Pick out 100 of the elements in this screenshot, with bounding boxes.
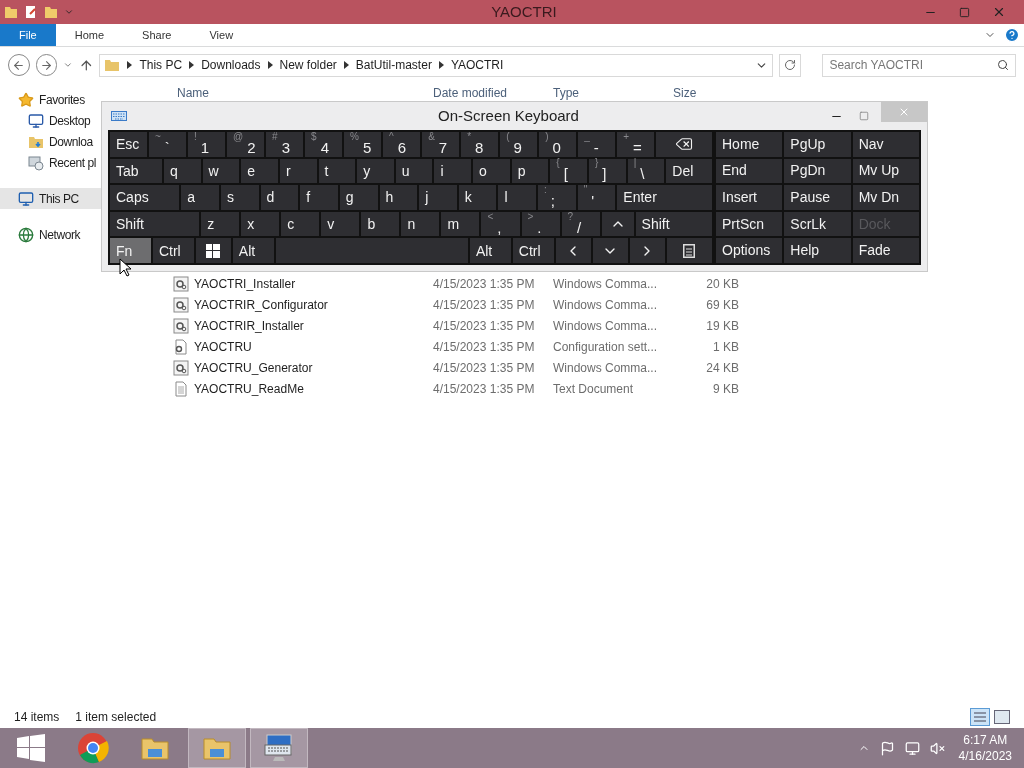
keyboard-key[interactable]: h bbox=[379, 185, 418, 210]
keyboard-key[interactable]: p bbox=[511, 158, 549, 184]
search-input[interactable]: Search YAOCTRI bbox=[829, 56, 997, 74]
details-view-button[interactable] bbox=[970, 708, 990, 726]
nav-item[interactable]: Favorites bbox=[0, 89, 172, 110]
keyboard-key[interactable]: Nav bbox=[852, 132, 919, 157]
keyboard-key[interactable]: y bbox=[357, 158, 394, 184]
breadcrumb[interactable]: Downloads bbox=[201, 56, 261, 74]
keyboard-key[interactable]: > . bbox=[521, 211, 560, 237]
folder-icon[interactable] bbox=[4, 5, 18, 19]
keyboard-key[interactable]: Mv Up bbox=[852, 158, 919, 184]
search-field[interactable]: Search YAOCTRI bbox=[822, 53, 1016, 77]
taskbar-button[interactable] bbox=[250, 728, 308, 768]
keyboard-key[interactable]: { [ bbox=[550, 158, 587, 184]
keyboard-key[interactable]: Ctrl bbox=[152, 238, 194, 263]
taskbar-button[interactable] bbox=[188, 728, 246, 768]
keyboard-key[interactable]: e bbox=[241, 158, 278, 184]
thumbnail-view-button[interactable] bbox=[994, 710, 1010, 724]
keyboard-key[interactable]: g bbox=[339, 185, 378, 210]
keyboard-key[interactable]: z bbox=[201, 211, 240, 237]
keyboard-key[interactable]: Home bbox=[716, 132, 783, 157]
keyboard-key[interactable]: $ 4 bbox=[305, 132, 343, 157]
keyboard-key[interactable]: ! 1 bbox=[188, 132, 226, 157]
file-row[interactable]: YAOCTRU_Generator 4/15/2023 1:35 PM Windows Comma... 24 KB bbox=[172, 357, 1024, 378]
keyboard-key[interactable] bbox=[666, 238, 712, 263]
keyboard-key[interactable]: s bbox=[220, 185, 259, 210]
recent-locations-icon[interactable] bbox=[63, 60, 73, 70]
keyboard-key[interactable]: | \ bbox=[627, 158, 665, 184]
keyboard-key[interactable]: r bbox=[279, 158, 317, 184]
keyboard-key[interactable]: f bbox=[300, 185, 338, 210]
file-row[interactable]: YAOCTRIR_Installer 4/15/2023 1:35 PM Windows Comma... 19 KB bbox=[172, 315, 1024, 336]
keyboard-key[interactable]: ( 9 bbox=[500, 132, 538, 157]
new-folder-icon[interactable] bbox=[44, 5, 58, 19]
help-icon[interactable] bbox=[1004, 27, 1020, 43]
dropdown-icon[interactable] bbox=[64, 7, 74, 17]
file-row[interactable]: YAOCTRU_ReadMe 4/15/2023 1:35 PM Text Document 9 KB bbox=[172, 378, 1024, 399]
keyboard-key[interactable]: Fn bbox=[110, 238, 151, 263]
column-header[interactable]: Size bbox=[673, 84, 697, 102]
keyboard-key[interactable]: + = bbox=[617, 132, 655, 157]
keyboard-key[interactable]: Tab bbox=[110, 158, 162, 184]
keyboard-key[interactable]: Mv Dn bbox=[852, 185, 919, 210]
keyboard-key[interactable]: x bbox=[241, 211, 280, 237]
ribbon-tab[interactable]: Home bbox=[55, 24, 124, 46]
keyboard-key[interactable]: d bbox=[260, 185, 299, 210]
ribbon-tab[interactable]: File bbox=[0, 24, 56, 46]
keyboard-key[interactable] bbox=[656, 132, 713, 157]
file-row[interactable]: YAOCTRIR_Configurator 4/15/2023 1:35 PM Windows Comma... 69 KB bbox=[172, 294, 1024, 315]
keyboard-key[interactable]: Ctrl bbox=[512, 238, 554, 263]
keyboard-key[interactable]: PrtScn bbox=[716, 211, 783, 237]
keyboard-key[interactable]: k bbox=[458, 185, 497, 210]
keyboard-key[interactable]: Caps bbox=[110, 185, 180, 210]
keyboard-key[interactable]: Pause bbox=[784, 185, 851, 210]
column-header[interactable]: Date modified bbox=[433, 84, 553, 102]
keyboard-key[interactable]: < , bbox=[481, 211, 520, 237]
network-icon[interactable] bbox=[904, 740, 920, 756]
keyboard-key[interactable]: ScrLk bbox=[784, 211, 851, 237]
keyboard-key[interactable]: ~ ` bbox=[149, 132, 187, 157]
keyboard-key[interactable]: b bbox=[361, 211, 400, 237]
keyboard-key[interactable]: Enter bbox=[617, 185, 712, 210]
file-row[interactable]: YAOCTRI_Installer 4/15/2023 1:35 PM Windows Comma... 20 KB bbox=[172, 273, 1024, 294]
column-header[interactable]: Name bbox=[172, 84, 433, 102]
properties-icon[interactable] bbox=[24, 5, 38, 19]
flag-icon[interactable] bbox=[879, 740, 895, 756]
keyboard-key[interactable]: Del bbox=[666, 158, 713, 184]
breadcrumb[interactable]: New folder bbox=[279, 56, 337, 74]
keyboard-key[interactable]: ? / bbox=[561, 211, 600, 237]
ribbon-tab[interactable]: View bbox=[190, 24, 253, 46]
keyboard-key[interactable]: a bbox=[181, 185, 219, 210]
keyboard-key[interactable]: m bbox=[441, 211, 480, 237]
keyboard-key[interactable]: Fade bbox=[852, 238, 919, 263]
maximize-icon[interactable] bbox=[859, 111, 869, 121]
keyboard-key[interactable]: Shift bbox=[110, 211, 200, 237]
keyboard-key[interactable]: ) 0 bbox=[539, 132, 577, 157]
keyboard-key[interactable]: q bbox=[163, 158, 201, 184]
keyboard-key[interactable]: w bbox=[202, 158, 240, 184]
keyboard-key[interactable]: n bbox=[401, 211, 440, 237]
column-header[interactable]: Type bbox=[553, 84, 673, 102]
keyboard-key[interactable]: * 8 bbox=[461, 132, 499, 157]
breadcrumb[interactable]: BatUtil-master bbox=[355, 56, 432, 74]
keyboard-key[interactable]: " ' bbox=[577, 185, 616, 210]
keyboard-key[interactable]: Alt bbox=[232, 238, 274, 263]
maximize-icon[interactable] bbox=[959, 6, 970, 18]
volume-muted-icon[interactable] bbox=[929, 740, 945, 756]
keyboard-key[interactable]: End bbox=[716, 158, 783, 184]
keyboard-key[interactable]: PgUp bbox=[784, 132, 851, 157]
keyboard-key[interactable]: Help bbox=[784, 238, 851, 263]
breadcrumb[interactable]: This PC bbox=[139, 56, 183, 74]
keyboard-key[interactable]: c bbox=[281, 211, 320, 237]
keyboard-key[interactable]: ^ 6 bbox=[383, 132, 421, 157]
keyboard-key[interactable]: _ - bbox=[578, 132, 616, 157]
keyboard-key[interactable]: % 5 bbox=[344, 132, 382, 157]
keyboard-key[interactable]: Alt bbox=[469, 238, 511, 263]
keyboard-key[interactable]: # 3 bbox=[266, 132, 304, 157]
keyboard-key[interactable]: j bbox=[419, 185, 457, 210]
keyboard-key[interactable]: u bbox=[395, 158, 433, 184]
keyboard-key[interactable]: @ 2 bbox=[227, 132, 265, 157]
keyboard-key[interactable] bbox=[195, 238, 231, 263]
clock[interactable]: 6:17 AM 4/16/2023 bbox=[954, 732, 1016, 764]
keyboard-key[interactable]: & 7 bbox=[422, 132, 460, 157]
keyboard-key[interactable]: v bbox=[321, 211, 360, 237]
